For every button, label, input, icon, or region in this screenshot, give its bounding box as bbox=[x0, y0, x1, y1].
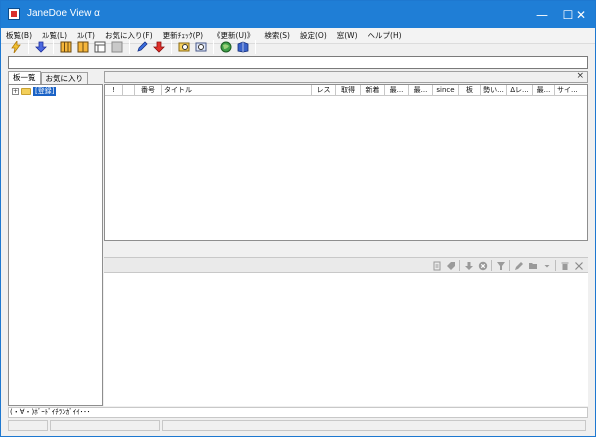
gray-pane-icon[interactable] bbox=[110, 40, 124, 54]
tab-board-list[interactable]: 板一覧 bbox=[8, 71, 41, 84]
column-last-2[interactable]: 最... bbox=[409, 85, 433, 95]
column-new[interactable]: 新着 bbox=[361, 85, 385, 95]
pencil-icon[interactable] bbox=[513, 260, 524, 271]
column-size[interactable]: サイ... bbox=[555, 85, 587, 95]
minimize-button[interactable]: — bbox=[525, 1, 559, 28]
arrow-down-icon[interactable] bbox=[463, 260, 474, 271]
pencil-icon[interactable] bbox=[135, 40, 149, 54]
single-pane-icon[interactable] bbox=[93, 40, 107, 54]
column-since[interactable]: since bbox=[433, 85, 459, 95]
thread-tab-bar bbox=[104, 241, 588, 258]
mail-next-icon[interactable] bbox=[194, 40, 208, 54]
filter-icon[interactable] bbox=[495, 260, 506, 271]
download-arrow-icon[interactable] bbox=[34, 40, 48, 54]
column-board[interactable]: 板 bbox=[459, 85, 481, 95]
column-header: ! 番号 タイトル レス 取得 新着 最... 最... since 板 勢い.… bbox=[105, 85, 587, 96]
status-segment bbox=[162, 420, 586, 431]
columns-icon[interactable] bbox=[59, 40, 73, 54]
globe-icon[interactable] bbox=[219, 40, 233, 54]
close-button[interactable]: ✕ bbox=[567, 1, 595, 28]
folder-icon[interactable] bbox=[527, 260, 538, 271]
column-last-3[interactable]: 最... bbox=[533, 85, 555, 95]
window-title: JaneDoe View α bbox=[27, 8, 100, 19]
folder-icon bbox=[21, 88, 31, 95]
status-message: (・∀・)ﾎﾞｰﾄﾞｲﾁﾗﾝｶﾞｲｲ･･･ bbox=[8, 407, 588, 418]
thread-content-view bbox=[104, 273, 588, 406]
thread-view-toolbar-bar bbox=[104, 258, 588, 273]
tree-node-registered[interactable]: + [登録] bbox=[12, 87, 57, 96]
mail-search-icon[interactable] bbox=[177, 40, 191, 54]
column-res[interactable]: レス bbox=[312, 85, 336, 95]
column-icon[interactable] bbox=[123, 85, 135, 95]
board-tree: + [登録] bbox=[8, 84, 103, 406]
toolbar-separator bbox=[255, 40, 256, 54]
toolbar-separator bbox=[53, 40, 54, 54]
column-last-1[interactable]: 最... bbox=[385, 85, 409, 95]
document-icon[interactable] bbox=[431, 260, 442, 271]
chevron-down-icon[interactable] bbox=[541, 260, 552, 271]
tag-icon[interactable] bbox=[445, 260, 456, 271]
split-view-icon[interactable] bbox=[76, 40, 90, 54]
lightning-icon[interactable] bbox=[9, 40, 23, 54]
main-toolbar bbox=[1, 38, 595, 56]
toolbar-separator bbox=[555, 260, 556, 271]
address-input[interactable] bbox=[8, 56, 588, 69]
column-fetched[interactable]: 取得 bbox=[336, 85, 361, 95]
left-pane-tabs: 板一覧 お気に入り bbox=[8, 71, 88, 84]
status-segment bbox=[8, 420, 48, 431]
stop-icon[interactable] bbox=[477, 260, 488, 271]
column-momentum[interactable]: 勢い... bbox=[481, 85, 507, 95]
toolbar-separator bbox=[213, 40, 214, 54]
status-bar bbox=[8, 420, 588, 431]
column-mark[interactable]: ! bbox=[105, 85, 123, 95]
app-window: JaneDoe View α — ☐ ✕ 板覧(B) ｽﾚ覧(L) ｽﾚ(T) … bbox=[0, 0, 596, 437]
column-delta-res[interactable]: Δレ... bbox=[507, 85, 533, 95]
toolbar-separator bbox=[509, 260, 510, 271]
toolbar-separator bbox=[28, 40, 29, 54]
tree-node-label[interactable]: [登録] bbox=[33, 87, 57, 96]
toolbar-separator bbox=[129, 40, 130, 54]
red-down-arrow-icon[interactable] bbox=[152, 40, 166, 54]
book-icon[interactable] bbox=[236, 40, 250, 54]
thread-list: ! 番号 タイトル レス 取得 新着 最... 最... since 板 勢い.… bbox=[104, 84, 588, 241]
toolbar-separator bbox=[171, 40, 172, 54]
tab-favorites[interactable]: お気に入り bbox=[40, 72, 88, 84]
column-title[interactable]: タイトル bbox=[162, 85, 312, 95]
status-segment bbox=[50, 420, 160, 431]
expand-icon[interactable]: + bbox=[12, 88, 19, 95]
close-icon[interactable]: × bbox=[576, 71, 584, 81]
thread-view-toolbar bbox=[431, 259, 584, 272]
toolbar-separator bbox=[459, 260, 460, 271]
title-bar: JaneDoe View α — ☐ ✕ bbox=[1, 1, 595, 28]
close-icon[interactable] bbox=[573, 260, 584, 271]
trash-icon[interactable] bbox=[559, 260, 570, 271]
column-number[interactable]: 番号 bbox=[135, 85, 162, 95]
thread-list-titlebar: × bbox=[104, 71, 588, 83]
toolbar-separator bbox=[491, 260, 492, 271]
app-icon bbox=[8, 8, 20, 20]
